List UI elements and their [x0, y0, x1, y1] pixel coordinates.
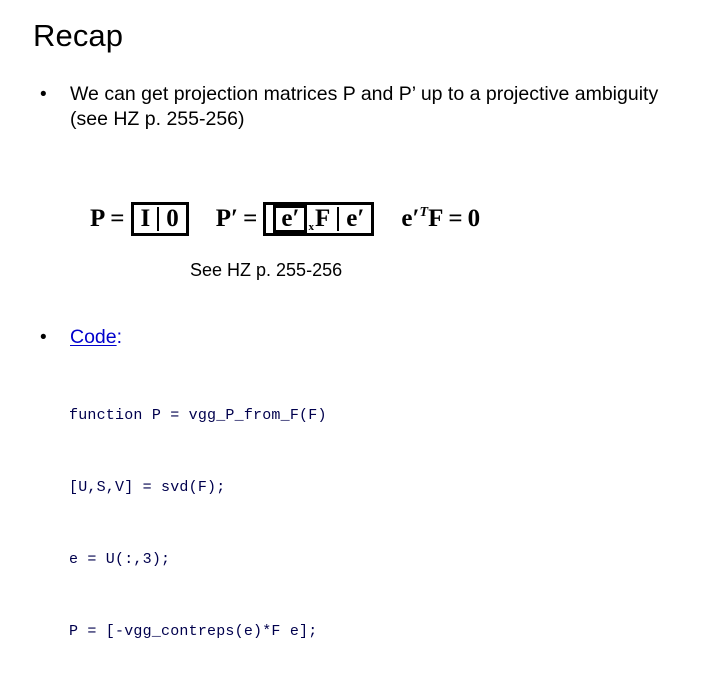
eq1-separator-bar-icon: [157, 207, 160, 231]
eq2-epipole: e: [281, 205, 293, 232]
code-line: function P = vgg_P_from_F(F): [69, 407, 327, 424]
eq3-fundamental-matrix: F: [428, 205, 444, 232]
eq2-cross-subscript: x: [308, 221, 314, 233]
eq2-equals: =: [243, 205, 258, 232]
eq2-separator-bar-icon: [337, 207, 340, 231]
eq2-lhs: P: [215, 205, 232, 232]
eq1-identity: I: [140, 205, 151, 232]
eq2-fundamental-matrix: F: [314, 205, 331, 232]
bullet-item-2-text: Code:: [54, 325, 122, 350]
eq2-lhs-prime: ′: [231, 205, 239, 232]
code-hyperlink[interactable]: Code: [70, 326, 117, 348]
slide-canvas: Recap • We can get projection matrices P…: [0, 0, 720, 640]
code-line: P = [-vgg_contreps(e)*F e];: [69, 623, 318, 640]
code-line: [U,S,V] = svd(F);: [69, 479, 226, 496]
equation-projection-matrix-p-prime: P ′ = e ′ x F e ′: [216, 202, 376, 236]
eq2-epipole-2-prime: ′: [357, 205, 365, 232]
eq3-transpose-superscript: T: [419, 205, 429, 220]
eq2-cross-matrix-bracket: e ′: [273, 205, 308, 233]
equation-projection-matrix-p: P = I 0: [90, 202, 190, 236]
eq1-lhs: P: [90, 205, 106, 232]
page-title: Recap: [33, 18, 124, 53]
eq3-epipole: e: [401, 205, 413, 232]
eq3-epipole-prime: ′: [412, 205, 420, 232]
equation-epipolar-constraint: e ′ T F = 0: [401, 205, 480, 233]
code-block: function P = vgg_P_from_F(F) [U,S,V] = s…: [69, 356, 327, 692]
code-label-colon: :: [116, 326, 123, 348]
bullet-marker-icon: •: [40, 327, 47, 348]
bullet-item-2: • Code:: [40, 325, 670, 350]
hz-reference-caption: See HZ p. 255-256: [190, 260, 343, 280]
bullet-item-1-text: We can get projection matrices P and P’ …: [70, 83, 659, 130]
eq2-outer-bracket-group: e ′ x F e ′: [263, 202, 375, 236]
eq2-epipole-prime: ′: [292, 205, 300, 232]
eq1-zero: 0: [166, 205, 179, 232]
code-line: e = U(:,3);: [69, 551, 171, 568]
eq1-equals: =: [110, 205, 125, 232]
eq3-equals: =: [448, 205, 463, 232]
eq3-zero: 0: [467, 205, 481, 232]
bullet-marker-icon: •: [40, 84, 47, 105]
bullet-item-1: • We can get projection matrices P and P…: [40, 82, 670, 132]
eq1-bracket-group: I 0: [130, 202, 190, 236]
equation-band: P = I 0 P ′ = e ′ x F e ′ e ′ T F = 0: [90, 192, 610, 246]
eq2-epipole-2: e: [346, 205, 358, 232]
